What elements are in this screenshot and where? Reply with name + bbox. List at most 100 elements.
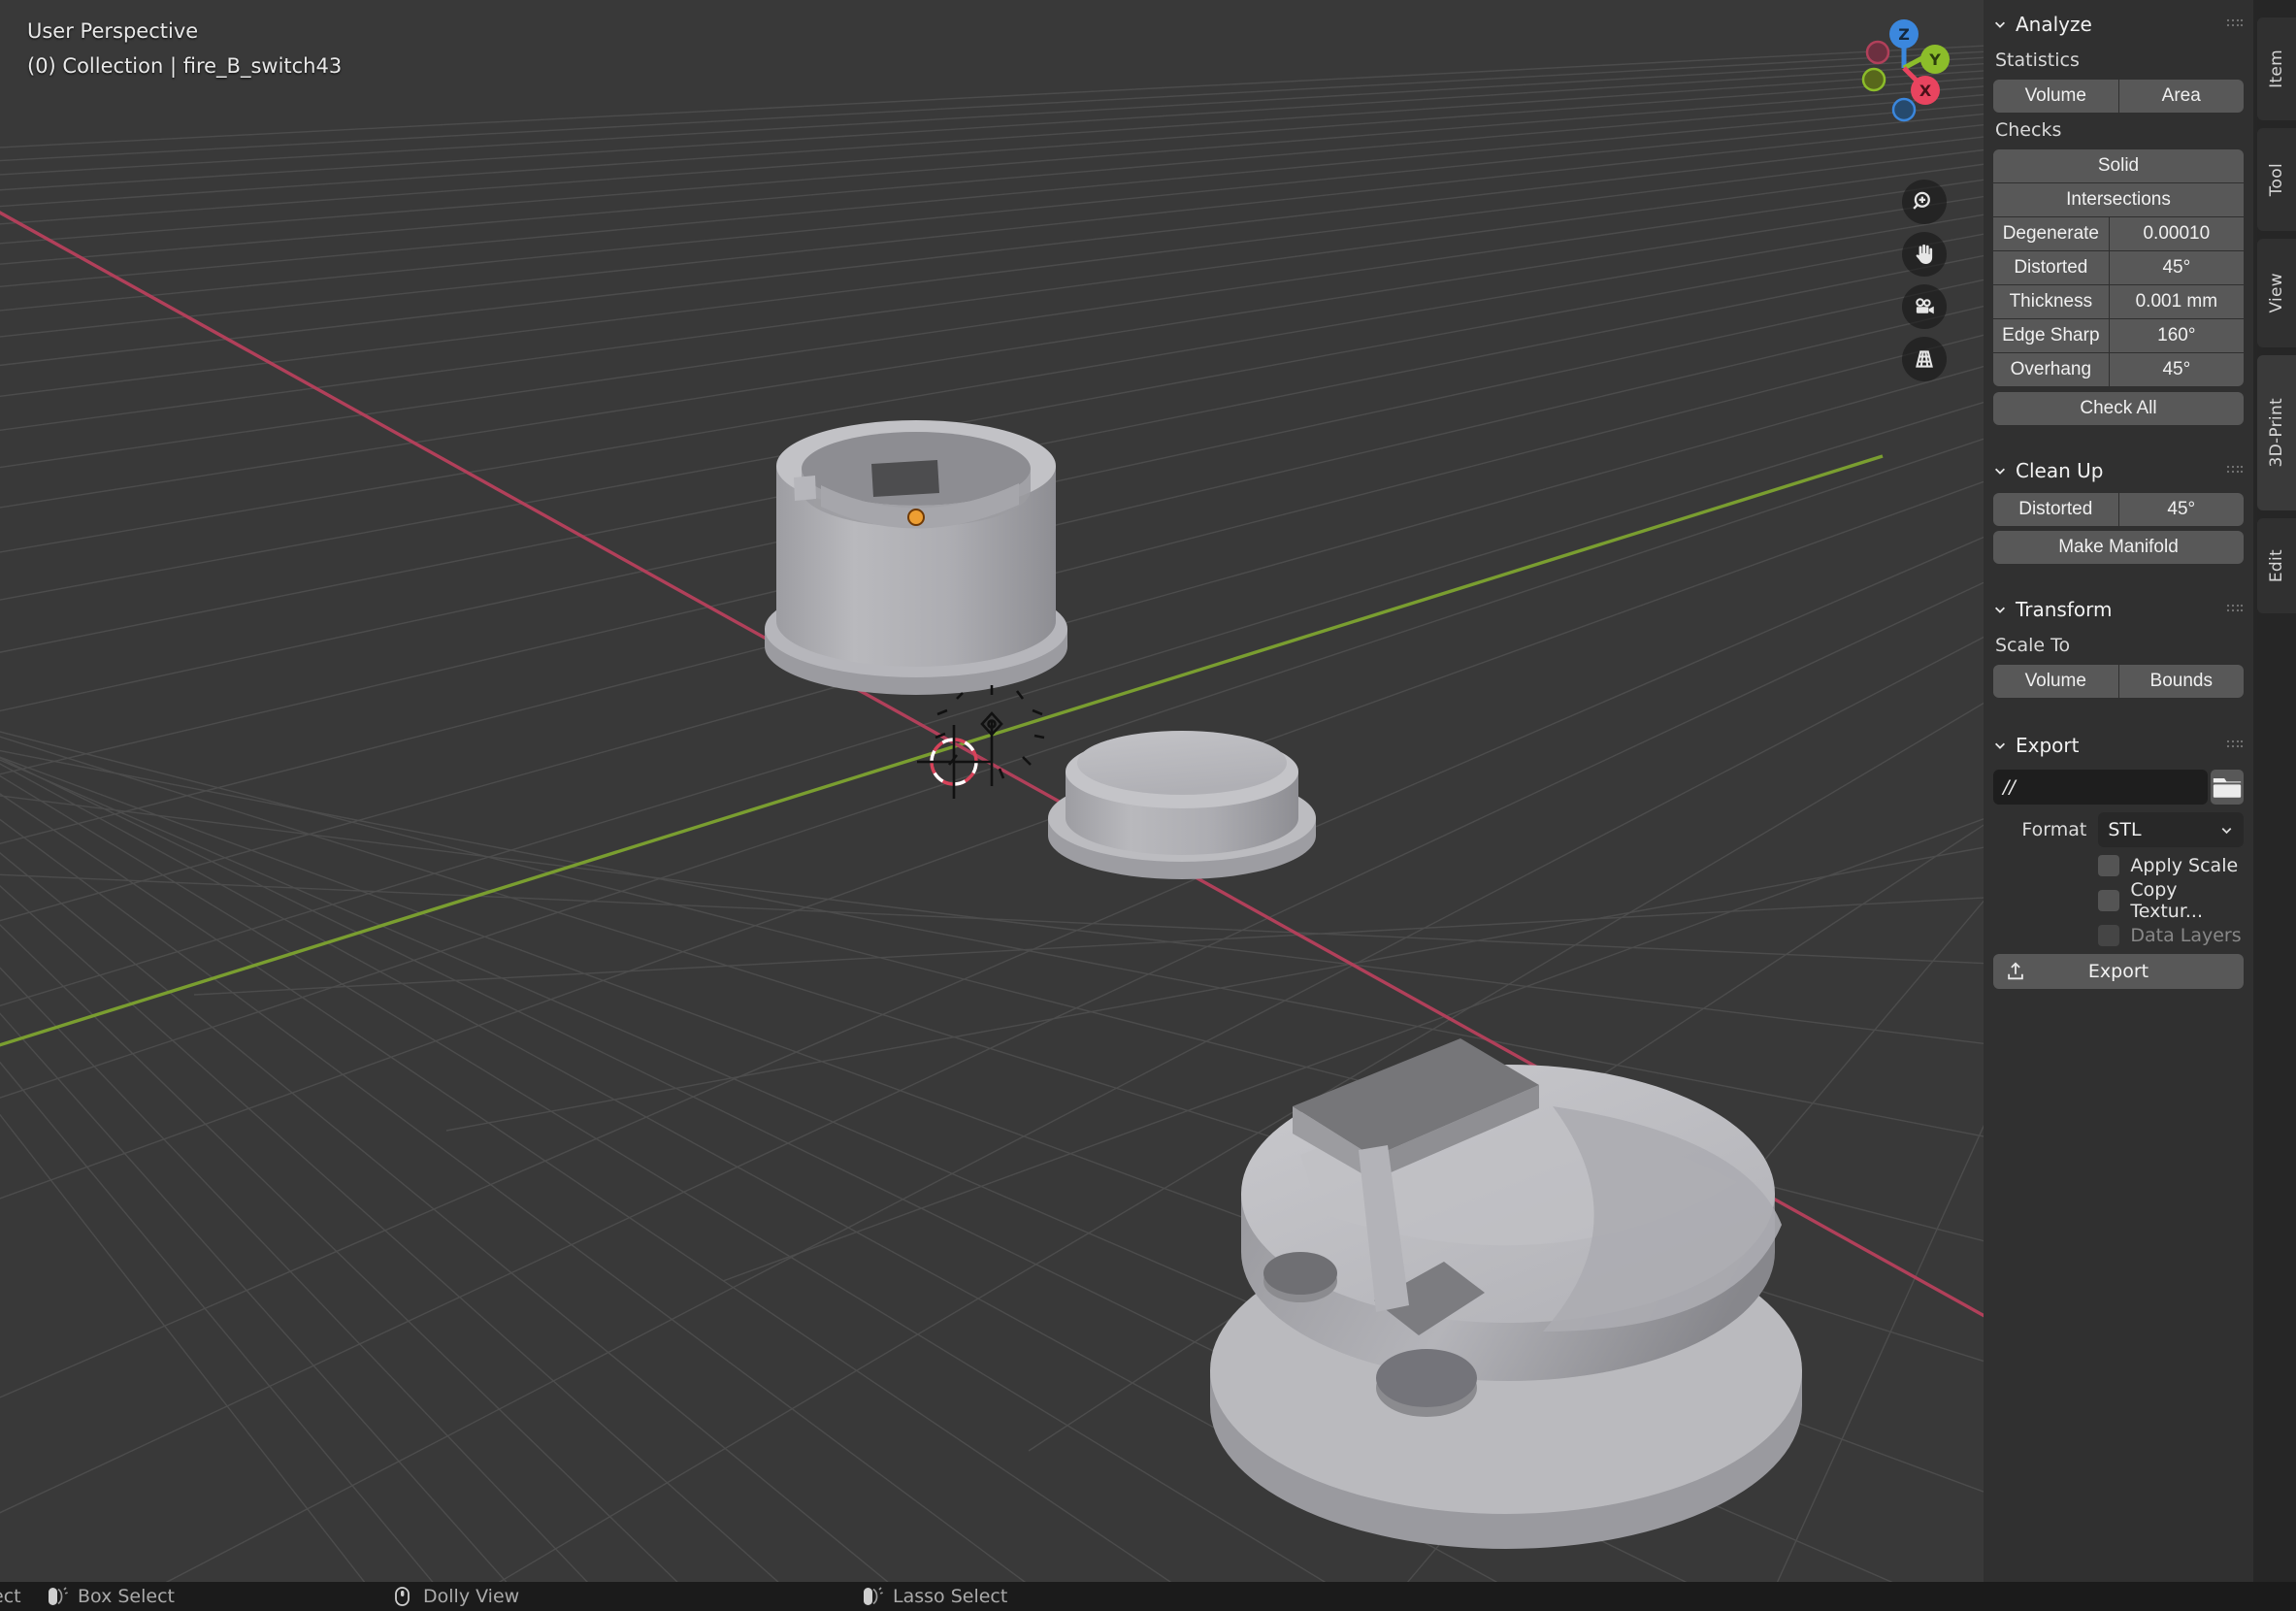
status-item-select: ect: [0, 1586, 21, 1607]
check-overhang-button[interactable]: Overhang: [1993, 353, 2109, 386]
zoom-in-icon: [1913, 191, 1930, 210]
gizmo-label-z: Z: [1898, 25, 1910, 44]
export-button[interactable]: Export: [1993, 954, 2244, 989]
mouse-left-icon: [49, 1587, 68, 1605]
check-degenerate-button[interactable]: Degenerate: [1993, 217, 2109, 250]
format-value: STL: [2108, 819, 2142, 840]
gizmo-axis-neg-x[interactable]: [1865, 40, 1890, 65]
check-edge-sharp-value[interactable]: 160°: [2109, 319, 2244, 352]
format-dropdown[interactable]: STL: [2098, 812, 2244, 847]
check-thickness-value[interactable]: 0.001 mm: [2109, 285, 2244, 318]
viewport-tool-buttons: [1902, 180, 1947, 381]
toggle-perspective-tool[interactable]: [1902, 337, 1947, 381]
volume-button[interactable]: Volume: [1993, 80, 2118, 113]
panel-analyze: Analyze Statistics Volume Area Checks So…: [1984, 4, 2253, 425]
status-item-lasso-select: Lasso Select: [862, 1585, 1007, 1608]
apply-scale-row: Apply Scale: [1987, 855, 2249, 876]
tab-tool[interactable]: Tool: [2257, 128, 2296, 231]
check-edge-sharp-button[interactable]: Edge Sharp: [1993, 319, 2109, 352]
mouse-middle-icon: [395, 1587, 410, 1606]
cleanup-distorted-row: Distorted 45°: [1987, 491, 2249, 528]
check-distorted-value[interactable]: 45°: [2109, 251, 2244, 284]
data-layers-label: Data Layers: [2130, 925, 2242, 946]
object-origin-dot: [907, 509, 925, 526]
camera-icon: [1916, 298, 1934, 314]
status-lasso-select-label: Lasso Select: [893, 1586, 1008, 1607]
tab-item-label: Item: [2267, 49, 2286, 88]
object-button-cap: [1048, 731, 1316, 879]
apply-scale-checkbox[interactable]: [2098, 855, 2120, 876]
status-box-select-label: Box Select: [78, 1586, 175, 1607]
panel-title-transform: Transform: [2016, 598, 2113, 621]
check-solid-button[interactable]: Solid: [1993, 149, 2244, 182]
status-select-label: ect: [0, 1586, 21, 1607]
tab-item[interactable]: Item: [2257, 17, 2296, 120]
camera-view-tool[interactable]: [1902, 284, 1947, 329]
tab-3d-print[interactable]: 3D-Print: [2257, 355, 2296, 510]
check-all-button[interactable]: Check All: [1993, 392, 2244, 425]
export-format-row: Format STL: [1987, 812, 2249, 847]
scale-to-buttons: Volume Bounds: [1987, 663, 2249, 700]
apply-scale-label: Apply Scale: [2130, 855, 2239, 876]
object-hollow-cylinder: [765, 420, 1067, 695]
panel-title-cleanup: Clean Up: [2016, 459, 2104, 482]
data-layers-checkbox: [2098, 925, 2120, 946]
zoom-tool[interactable]: [1902, 180, 1947, 224]
export-button-label: Export: [2087, 961, 2149, 982]
scale-to-bounds-button[interactable]: Bounds: [2118, 665, 2244, 698]
area-button[interactable]: Area: [2118, 80, 2244, 113]
gizmo-axis-neg-y[interactable]: [1861, 67, 1886, 92]
grid-perspective-icon: [1916, 350, 1933, 368]
export-up-arrow-icon: [2008, 962, 2023, 980]
check-all-row: Check All: [1987, 392, 2249, 425]
browse-folder-button[interactable]: [2211, 770, 2244, 805]
properties-sidebar[interactable]: Analyze Statistics Volume Area Checks So…: [1984, 0, 2253, 1582]
object-switch-base: [1210, 1038, 1802, 1549]
pan-tool[interactable]: [1902, 232, 1947, 277]
cleanup-distorted-button[interactable]: Distorted: [1993, 493, 2118, 526]
make-manifold-button[interactable]: Make Manifold: [1993, 531, 2244, 564]
panel-grip-icon[interactable]: [2226, 18, 2244, 31]
data-layers-row: Data Layers: [1987, 925, 2249, 946]
check-degenerate-value[interactable]: 0.00010: [2109, 217, 2244, 250]
blender-window: User Perspective (0) Collection | fire_B…: [0, 0, 2296, 1611]
check-intersections-button[interactable]: Intersections: [1993, 183, 2244, 216]
copy-textures-row: Copy Textur...: [1987, 879, 2249, 922]
panel-title-analyze: Analyze: [2016, 13, 2092, 36]
export-path-input[interactable]: //: [1993, 770, 2208, 805]
copy-textures-label: Copy Textur...: [2130, 879, 2204, 922]
folder-icon: [2213, 777, 2242, 798]
statistics-buttons: Volume Area: [1987, 78, 2249, 115]
statistics-label: Statistics: [1995, 49, 2080, 71]
chevron-down-icon: [1995, 21, 2005, 28]
panel-header-transform[interactable]: Transform: [1987, 589, 2249, 630]
panel-header-export[interactable]: Export: [1987, 725, 2249, 766]
panel-header-analyze[interactable]: Analyze: [1987, 4, 2249, 45]
copy-textures-checkbox[interactable]: [2098, 890, 2120, 911]
tab-tool-label: Tool: [2267, 162, 2286, 197]
tab-view[interactable]: View: [2257, 239, 2296, 347]
3d-viewport[interactable]: User Perspective (0) Collection | fire_B…: [0, 0, 2253, 1582]
panel-title-export: Export: [2016, 734, 2080, 757]
tab-3d-print-label: 3D-Print: [2267, 398, 2286, 468]
check-overhang-value[interactable]: 45°: [2109, 353, 2244, 386]
tab-edit[interactable]: Edit: [2257, 518, 2296, 613]
gizmo-axis-neg-z[interactable]: [1891, 97, 1917, 122]
panel-grip-icon[interactable]: [2226, 740, 2244, 752]
checks-label: Checks: [1995, 119, 2062, 141]
gizmo-label-x: X: [1919, 82, 1932, 100]
status-item-box-select: Box Select: [47, 1585, 175, 1608]
checks-list: Solid Intersections Degenerate 0.00010 D…: [1993, 149, 2244, 386]
cleanup-distorted-value[interactable]: 45°: [2118, 493, 2244, 526]
panel-header-cleanup[interactable]: Clean Up: [1987, 450, 2249, 491]
chevron-down-icon: [1995, 607, 2005, 613]
panel-export: Export // Format STL Apply Scale Copy Te…: [1984, 725, 2253, 989]
panel-grip-icon[interactable]: [2226, 465, 2244, 477]
navigation-gizmo[interactable]: Z Y X: [1846, 10, 1962, 126]
scale-to-volume-button[interactable]: Volume: [1993, 665, 2118, 698]
tab-view-label: View: [2267, 273, 2286, 313]
panel-grip-icon[interactable]: [2226, 604, 2244, 616]
check-distorted-button[interactable]: Distorted: [1993, 251, 2109, 284]
tab-edit-label: Edit: [2267, 548, 2286, 583]
check-thickness-button[interactable]: Thickness: [1993, 285, 2109, 318]
